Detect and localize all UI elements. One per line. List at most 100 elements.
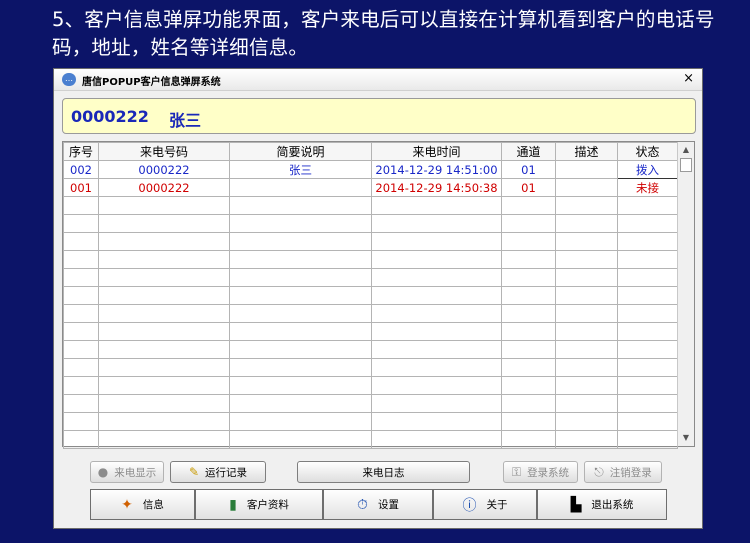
empty-table-row[interactable]	[63, 430, 678, 449]
empty-cell	[98, 304, 230, 323]
empty-cell	[501, 412, 556, 431]
empty-cell	[98, 322, 230, 341]
empty-table-row[interactable]	[63, 322, 678, 341]
column-header[interactable]: 简要说明	[229, 142, 372, 161]
empty-table-row[interactable]	[63, 268, 678, 287]
column-header[interactable]: 状态	[617, 142, 678, 161]
empty-cell	[617, 268, 678, 287]
pencil-icon: ✎	[188, 465, 200, 479]
empty-cell	[63, 286, 99, 305]
empty-cell	[229, 376, 372, 395]
empty-table-row[interactable]	[63, 412, 678, 431]
cell-id: 002	[63, 160, 99, 179]
empty-cell	[617, 232, 678, 251]
call-log-button[interactable]: 来电日志	[297, 461, 470, 483]
empty-cell	[98, 232, 230, 251]
empty-table-row[interactable]	[63, 214, 678, 233]
empty-cell	[229, 214, 372, 233]
empty-cell	[501, 214, 556, 233]
empty-cell	[63, 430, 99, 449]
empty-cell	[555, 232, 618, 251]
empty-cell	[371, 286, 502, 305]
empty-table-row[interactable]	[63, 286, 678, 305]
tab-exit[interactable]: ▙ 退出系统	[537, 489, 667, 520]
empty-table-row[interactable]	[63, 232, 678, 251]
scroll-down-arrow-icon[interactable]: ▼	[679, 431, 693, 445]
empty-cell	[98, 394, 230, 413]
empty-cell	[617, 394, 678, 413]
column-header[interactable]: 序号	[63, 142, 99, 161]
scroll-up-arrow-icon[interactable]: ▲	[679, 143, 693, 157]
empty-cell	[98, 214, 230, 233]
empty-cell	[617, 430, 678, 449]
empty-table-row[interactable]	[63, 196, 678, 215]
empty-table-row[interactable]	[63, 250, 678, 269]
tab-info[interactable]: ✦ 信息	[90, 489, 195, 520]
empty-cell	[501, 322, 556, 341]
popup-window: … 唐信POPUP客户信息弹屏系统 × 0000222 张三 序号 来电号码 简…	[53, 68, 703, 529]
cell-status: 拨入	[617, 160, 678, 179]
empty-table-row[interactable]	[63, 394, 678, 413]
empty-cell	[555, 196, 618, 215]
empty-cell	[63, 214, 99, 233]
column-header[interactable]: 来电时间	[371, 142, 502, 161]
empty-cell	[229, 268, 372, 287]
empty-cell	[63, 412, 99, 431]
empty-table-row[interactable]	[63, 358, 678, 377]
empty-cell	[229, 340, 372, 359]
empty-cell	[63, 196, 99, 215]
table-row[interactable]: 002 0000222 张三 2014-12-29 14:51:00 01 拨入	[63, 160, 678, 179]
empty-table-row[interactable]	[63, 376, 678, 395]
empty-cell	[617, 412, 678, 431]
logout-icon: ⎋	[594, 464, 604, 479]
empty-table-row[interactable]	[63, 304, 678, 323]
empty-cell	[555, 286, 618, 305]
empty-table-row[interactable]	[63, 340, 678, 359]
chat-bubble-icon: …	[62, 73, 76, 86]
empty-cell	[98, 286, 230, 305]
empty-cell	[371, 412, 502, 431]
empty-cell	[229, 232, 372, 251]
empty-cell	[371, 214, 502, 233]
run-log-button[interactable]: ✎ 运行记录	[170, 461, 266, 483]
empty-cell	[555, 412, 618, 431]
incoming-display-button[interactable]: ● 来电显示	[90, 461, 164, 483]
empty-cell	[371, 430, 502, 449]
empty-cell	[555, 340, 618, 359]
cell-desc	[555, 178, 618, 197]
tab-settings[interactable]: ⏱ 设置	[323, 489, 433, 520]
empty-cell	[63, 358, 99, 377]
scroll-thumb[interactable]	[680, 158, 692, 172]
column-header[interactable]: 描述	[555, 142, 618, 161]
magic-wand-icon: ✦	[121, 496, 133, 513]
empty-cell	[501, 358, 556, 377]
empty-cell	[617, 304, 678, 323]
cell-channel: 01	[501, 160, 556, 179]
empty-cell	[617, 214, 678, 233]
column-header[interactable]: 来电号码	[98, 142, 230, 161]
table-row[interactable]: 001 0000222 2014-12-29 14:50:38 01 未接	[63, 178, 678, 197]
table-header-row: 序号 来电号码 简要说明 来电时间 通道 描述 状态	[63, 142, 678, 161]
empty-cell	[229, 196, 372, 215]
stopwatch-icon: ⏱	[357, 496, 368, 513]
empty-cell	[98, 340, 230, 359]
empty-cell	[371, 322, 502, 341]
logout-button[interactable]: ⎋ 注销登录	[584, 461, 662, 483]
window-title: 唐信POPUP客户信息弹屏系统	[82, 77, 221, 88]
empty-cell	[617, 358, 678, 377]
empty-cell	[555, 268, 618, 287]
login-button[interactable]: ⚿ 登录系统	[503, 461, 578, 483]
tab-customer[interactable]: ▮ 客户资料	[195, 489, 323, 520]
vertical-scrollbar[interactable]: ▲ ▼	[677, 142, 694, 446]
empty-cell	[555, 214, 618, 233]
cell-time: 2014-12-29 14:51:00	[371, 160, 502, 179]
column-header[interactable]: 通道	[501, 142, 556, 161]
page-caption: 5、客户信息弹屏功能界面，客户来电后可以直接在计算机看到客户的电话号码，地址，姓…	[52, 8, 715, 59]
empty-cell	[371, 394, 502, 413]
tab-about[interactable]: ⓘ 关于	[433, 489, 537, 520]
key-icon: ⚿	[511, 464, 522, 479]
empty-cell	[229, 394, 372, 413]
empty-cell	[371, 304, 502, 323]
close-button[interactable]: ×	[683, 71, 694, 86]
empty-cell	[555, 358, 618, 377]
